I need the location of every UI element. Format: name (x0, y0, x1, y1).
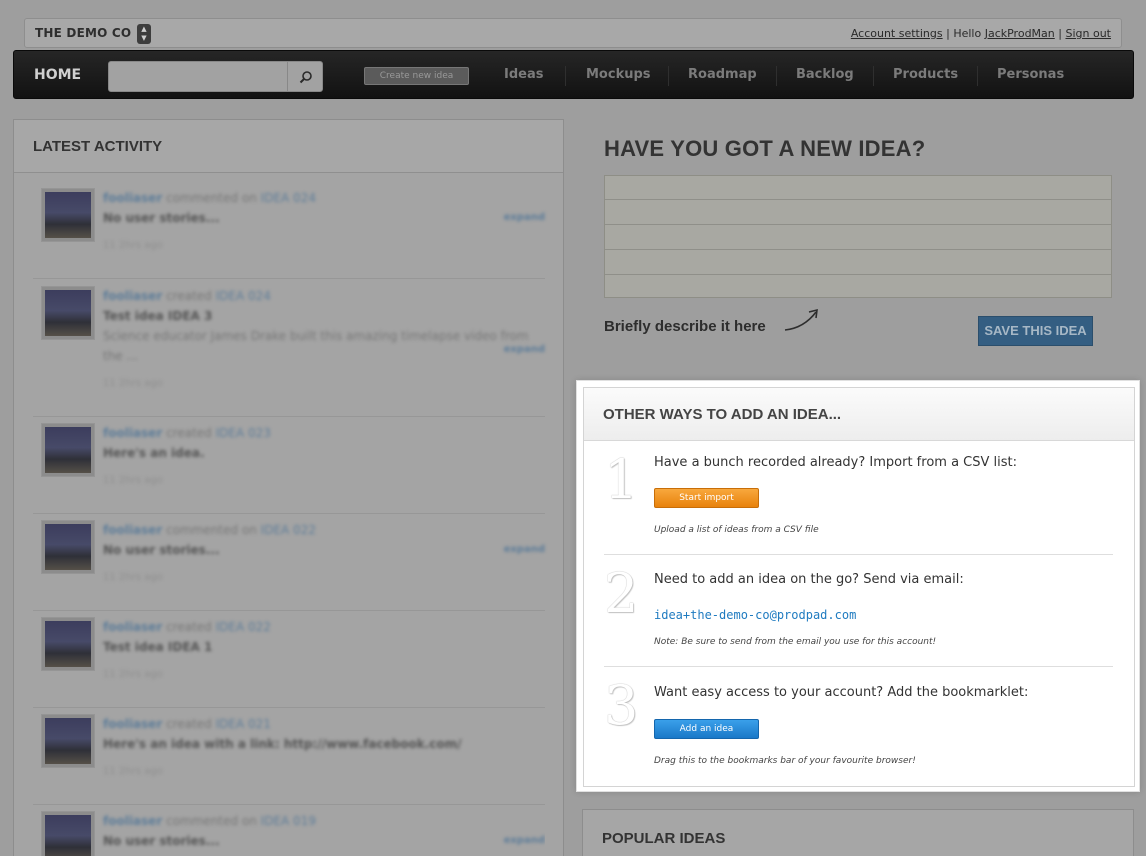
company-switch-icon[interactable]: ▲ ▼ (137, 24, 151, 44)
nav-roadmap[interactable]: Roadmap (688, 67, 757, 82)
activity-item: fooliaser commented on IDEA 019 No user … (33, 811, 545, 856)
curved-arrow-icon (784, 308, 818, 331)
avatar[interactable] (41, 286, 95, 340)
divider (604, 666, 1113, 667)
idea-textarea[interactable] (604, 175, 1112, 298)
step-title: Need to add an idea on the go? Send via … (654, 572, 964, 587)
divider (604, 554, 1113, 555)
step-title: Have a bunch recorded already? Import fr… (654, 455, 1017, 470)
hello-text: Hello (953, 27, 982, 40)
step-number: 3 (604, 674, 639, 737)
avatar[interactable] (41, 423, 95, 477)
divider (33, 804, 545, 805)
create-new-idea-button[interactable]: Create new idea (364, 67, 469, 85)
activity-item: fooliaser created IDEA 024 Test idea IDE… (33, 286, 545, 416)
divider (33, 513, 545, 514)
step-note: Upload a list of ideas from a CSV file (654, 525, 819, 535)
activity-item: fooliaser created IDEA 022 Test idea IDE… (33, 617, 545, 707)
latest-activity-header: LATEST ACTIVITY (14, 120, 563, 173)
avatar[interactable] (41, 811, 95, 856)
activity-item: fooliaser created IDEA 021 Here's an ide… (33, 714, 545, 804)
divider (33, 416, 545, 417)
nav-divider (565, 66, 566, 86)
search-button[interactable] (287, 61, 323, 92)
activity-item: fooliaser created IDEA 023 Here's an ide… (33, 423, 545, 513)
sign-out-link[interactable]: Sign out (1065, 27, 1111, 40)
latest-activity-panel: LATEST ACTIVITY fooliaser commented on I… (13, 119, 564, 856)
nav-divider (873, 66, 874, 86)
account-settings-link[interactable]: Account settings (851, 27, 943, 40)
avatar[interactable] (41, 188, 95, 242)
nav-divider (776, 66, 777, 86)
company-name: THE DEMO CO (35, 26, 132, 40)
step-number: 2 (604, 562, 639, 625)
expand-link[interactable]: expand (504, 544, 545, 555)
latest-activity-title: LATEST ACTIVITY (33, 138, 163, 155)
nav-backlog[interactable]: Backlog (796, 67, 854, 82)
avatar[interactable] (41, 520, 95, 574)
activity-text: fooliaser commented on IDEA 024 No user … (103, 191, 316, 251)
main-nav: HOME Create new idea Ideas Mockups Roadm… (13, 50, 1134, 99)
popular-ideas-title: POPULAR IDEAS (602, 830, 726, 847)
nav-mockups[interactable]: Mockups (586, 67, 651, 82)
activity-text: fooliaser created IDEA 023 Here's an ide… (103, 426, 271, 486)
idea-hint: Briefly describe it here (604, 318, 766, 335)
divider (33, 707, 545, 708)
nav-personas[interactable]: Personas (997, 67, 1064, 82)
nav-ideas[interactable]: Ideas (504, 67, 543, 82)
other-ways-title: OTHER WAYS TO ADD AN IDEA... (603, 406, 842, 423)
step-number: 1 (604, 448, 639, 511)
activity-text: fooliaser created IDEA 021 Here's an ide… (103, 717, 462, 777)
save-idea-button[interactable]: SAVE THIS IDEA (978, 316, 1093, 346)
activity-text: fooliaser created IDEA 022 Test idea IDE… (103, 620, 271, 680)
username-link[interactable]: JackProdMan (985, 27, 1055, 40)
nav-products[interactable]: Products (893, 67, 958, 82)
activity-text: fooliaser created IDEA 024 Test idea IDE… (103, 289, 529, 389)
nav-divider (977, 66, 978, 86)
step-note: Drag this to the bookmarks bar of your f… (654, 756, 916, 766)
start-import-button[interactable]: Start import (654, 488, 759, 508)
avatar[interactable] (41, 617, 95, 671)
popular-ideas-panel: POPULAR IDEAS (582, 809, 1134, 856)
activity-text: fooliaser commented on IDEA 019 No user … (103, 814, 316, 848)
separator: | (1058, 27, 1062, 40)
activity-item: fooliaser commented on IDEA 022 No user … (33, 520, 545, 610)
step-note: Note: Be sure to send from the email you… (654, 637, 937, 647)
new-idea-heading: HAVE YOU GOT A NEW IDEA? (604, 136, 926, 161)
other-ways-panel: OTHER WAYS TO ADD AN IDEA... 1 Have a bu… (576, 380, 1140, 792)
divider (33, 610, 545, 611)
divider (33, 278, 545, 279)
expand-link[interactable]: expand (504, 212, 545, 223)
search-icon (299, 71, 312, 84)
other-ways-header: OTHER WAYS TO ADD AN IDEA... (584, 388, 1134, 441)
expand-link[interactable]: expand (504, 344, 545, 355)
top-bar: THE DEMO CO ▲ ▼ Account settings | Hello … (24, 18, 1122, 48)
avatar[interactable] (41, 714, 95, 768)
activity-text: fooliaser commented on IDEA 022 No user … (103, 523, 316, 583)
email-address[interactable]: idea+the-demo-co@prodpad.com (654, 608, 856, 622)
account-links: Account settings | Hello JackProdMan | S… (851, 27, 1111, 40)
add-an-idea-bookmarklet-button[interactable]: Add an idea (654, 719, 759, 739)
search-input[interactable] (108, 61, 288, 92)
separator: | (946, 27, 950, 40)
activity-item: fooliaser commented on IDEA 024 No user … (33, 188, 545, 278)
step-title: Want easy access to your account? Add th… (654, 685, 1029, 700)
nav-divider (668, 66, 669, 86)
expand-link[interactable]: expand (504, 835, 545, 846)
nav-home[interactable]: HOME (34, 67, 81, 83)
